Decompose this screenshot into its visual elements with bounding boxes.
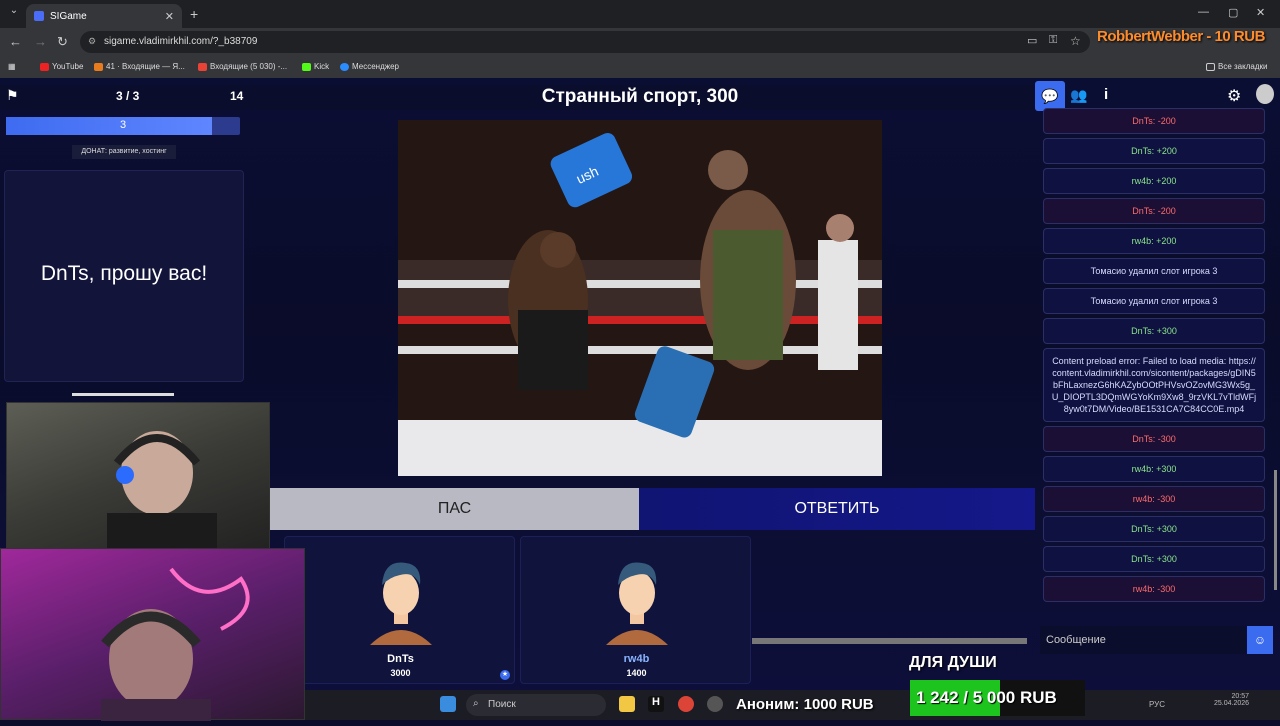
bookmark-youtube[interactable]: YouTube	[40, 62, 83, 71]
chat-message: DnTs: -200	[1043, 198, 1265, 224]
host-divider	[72, 393, 174, 396]
message-input[interactable]: Сообщение	[1040, 626, 1246, 654]
app-h-icon[interactable]: H	[648, 696, 664, 712]
password-key-icon[interactable]: ⚿	[1049, 34, 1057, 47]
player-card: rw4b 1400	[520, 536, 751, 684]
chat-message: DnTs: +300	[1043, 318, 1265, 344]
clock-time: 20:57	[1231, 693, 1250, 700]
player-card: DnTs 3000 ★	[284, 536, 515, 684]
reload-icon[interactable]: ↻	[57, 34, 68, 50]
bookmark-kick[interactable]: Kick	[302, 62, 329, 71]
chrome-icon[interactable]	[678, 696, 694, 712]
info-tab-icon[interactable]: i	[1104, 86, 1108, 103]
close-window-icon[interactable]: ✕	[1256, 6, 1265, 19]
youtube-icon	[40, 62, 49, 71]
apps-grid-icon[interactable]: ▦	[8, 62, 16, 71]
minimize-icon[interactable]: —	[1198, 6, 1209, 18]
player-avatar-icon	[370, 562, 432, 645]
tab-search-icon[interactable]: ⌄	[6, 5, 22, 21]
chat-message: DnTs: +200	[1043, 138, 1265, 164]
star-icon: ★	[500, 670, 510, 680]
file-explorer-icon[interactable]	[619, 696, 635, 712]
webcam-person-icon	[101, 567, 250, 721]
pass-button[interactable]: ПАС	[270, 488, 639, 530]
guest-webcam	[0, 548, 305, 721]
bookmark-messenger[interactable]: Мессенджер	[340, 62, 399, 71]
cast-icon[interactable]: ▭	[1027, 34, 1037, 47]
streamer-webcam	[6, 402, 270, 553]
tab-title: SIGame	[50, 10, 87, 22]
chat-tab-icon[interactable]: 💬	[1035, 81, 1065, 111]
answer-button[interactable]: ОТВЕТИТЬ	[639, 488, 1035, 530]
folder-icon	[1206, 62, 1215, 71]
question-title: Странный спорт, 300	[541, 86, 739, 107]
chat-message: rw4b: +200	[1043, 168, 1265, 194]
player-score: 1400	[626, 668, 647, 678]
bookmark-star-icon[interactable]: ☆	[1070, 34, 1081, 48]
app-icon[interactable]	[707, 696, 723, 712]
system-clock[interactable]: 20:57 25.04.2026	[1214, 693, 1249, 707]
chat-message: DnTs: +300	[1043, 516, 1265, 542]
timer-progress-value: 3	[119, 119, 127, 131]
player-name: rw4b	[623, 653, 650, 665]
chat-log[interactable]: DnTs: -200 DnTs: +200 rw4b: +200 DnTs: -200…	[1040, 108, 1270, 602]
clock-date: 25.04.2026	[1214, 700, 1250, 707]
taskbar-search[interactable]: Поиск	[466, 694, 606, 716]
webcam-person-icon	[107, 431, 217, 553]
chat-message: DnTs: -300	[1043, 426, 1265, 452]
players-tab-icon[interactable]: 👥	[1070, 87, 1087, 104]
players-scroll-strip	[752, 638, 1027, 644]
close-tab-icon[interactable]: ✕	[165, 10, 174, 23]
chat-message: Content preload error: Failed to load me…	[1043, 348, 1265, 422]
round-counter: 3 / 3	[116, 89, 140, 103]
maximize-icon[interactable]: ▢	[1228, 6, 1238, 19]
menu-logo-icon[interactable]: ⚑	[6, 87, 24, 105]
goal-progress-text: 1 242 / 5 000 RUB	[916, 688, 1057, 707]
chat-message: Томасио удалил слот игрока 3	[1043, 258, 1265, 284]
bookmarks-bar: ▦ YouTube 41 · Входящие — Я... Входящие …	[0, 56, 1280, 78]
chat-message: DnTs: -200	[1043, 108, 1265, 134]
language-indicator[interactable]: РУС	[1149, 700, 1165, 709]
chat-message: rw4b: -300	[1043, 486, 1265, 512]
site-info-icon[interactable]: ⚙	[88, 36, 96, 47]
chat-message: DnTs: +300	[1043, 546, 1265, 572]
search-icon: ⌕	[473, 698, 479, 709]
user-avatar[interactable]	[1256, 84, 1274, 104]
player-avatar-icon	[606, 562, 668, 645]
settings-gear-icon[interactable]: ⚙	[1227, 86, 1241, 106]
bookmark-gmail[interactable]: Входящие (5 030) -...	[198, 62, 287, 71]
gmail-icon	[198, 62, 207, 71]
player-score: 3000	[390, 668, 411, 678]
question-image: ush	[398, 120, 882, 476]
chat-message: rw4b: +200	[1043, 228, 1265, 254]
round-total: 14	[230, 89, 244, 103]
donate-link[interactable]: ДОНАТ: развитие, хостинг	[72, 145, 176, 159]
chat-message: Томасио удалил слот игрока 3	[1043, 288, 1265, 314]
sigame-favicon-icon	[34, 11, 44, 21]
browser-tab[interactable]: SIGame ✕	[26, 4, 182, 28]
windows-start-icon[interactable]	[440, 696, 456, 712]
new-tab-icon[interactable]: +	[190, 6, 198, 22]
donation-alert: RobbertWebber - 10 RUB	[1097, 28, 1265, 45]
player-name: DnTs	[387, 653, 414, 665]
kick-icon	[302, 62, 311, 71]
emoji-button-icon[interactable]: ☺	[1247, 626, 1273, 654]
anon-donation-alert: Аноним: 1000 RUB	[736, 696, 874, 713]
back-icon[interactable]: ←	[9, 34, 22, 49]
host-message: DnTs, прошу вас!	[40, 262, 208, 285]
all-bookmarks[interactable]: Все закладки	[1206, 62, 1267, 71]
bookmark-mail-yandex[interactable]: 41 · Входящие — Я...	[94, 62, 185, 71]
mail-icon	[94, 62, 103, 71]
url-field[interactable]: sigame.vladimirkhil.com/?_b38709	[80, 31, 1090, 53]
goal-title: ДЛЯ ДУШИ	[909, 654, 997, 671]
forward-icon[interactable]: →	[34, 34, 47, 49]
chat-message: rw4b: -300	[1043, 576, 1265, 602]
chat-message: rw4b: +300	[1043, 456, 1265, 482]
chat-scrollbar[interactable]	[1274, 470, 1277, 590]
messenger-icon	[340, 62, 349, 71]
